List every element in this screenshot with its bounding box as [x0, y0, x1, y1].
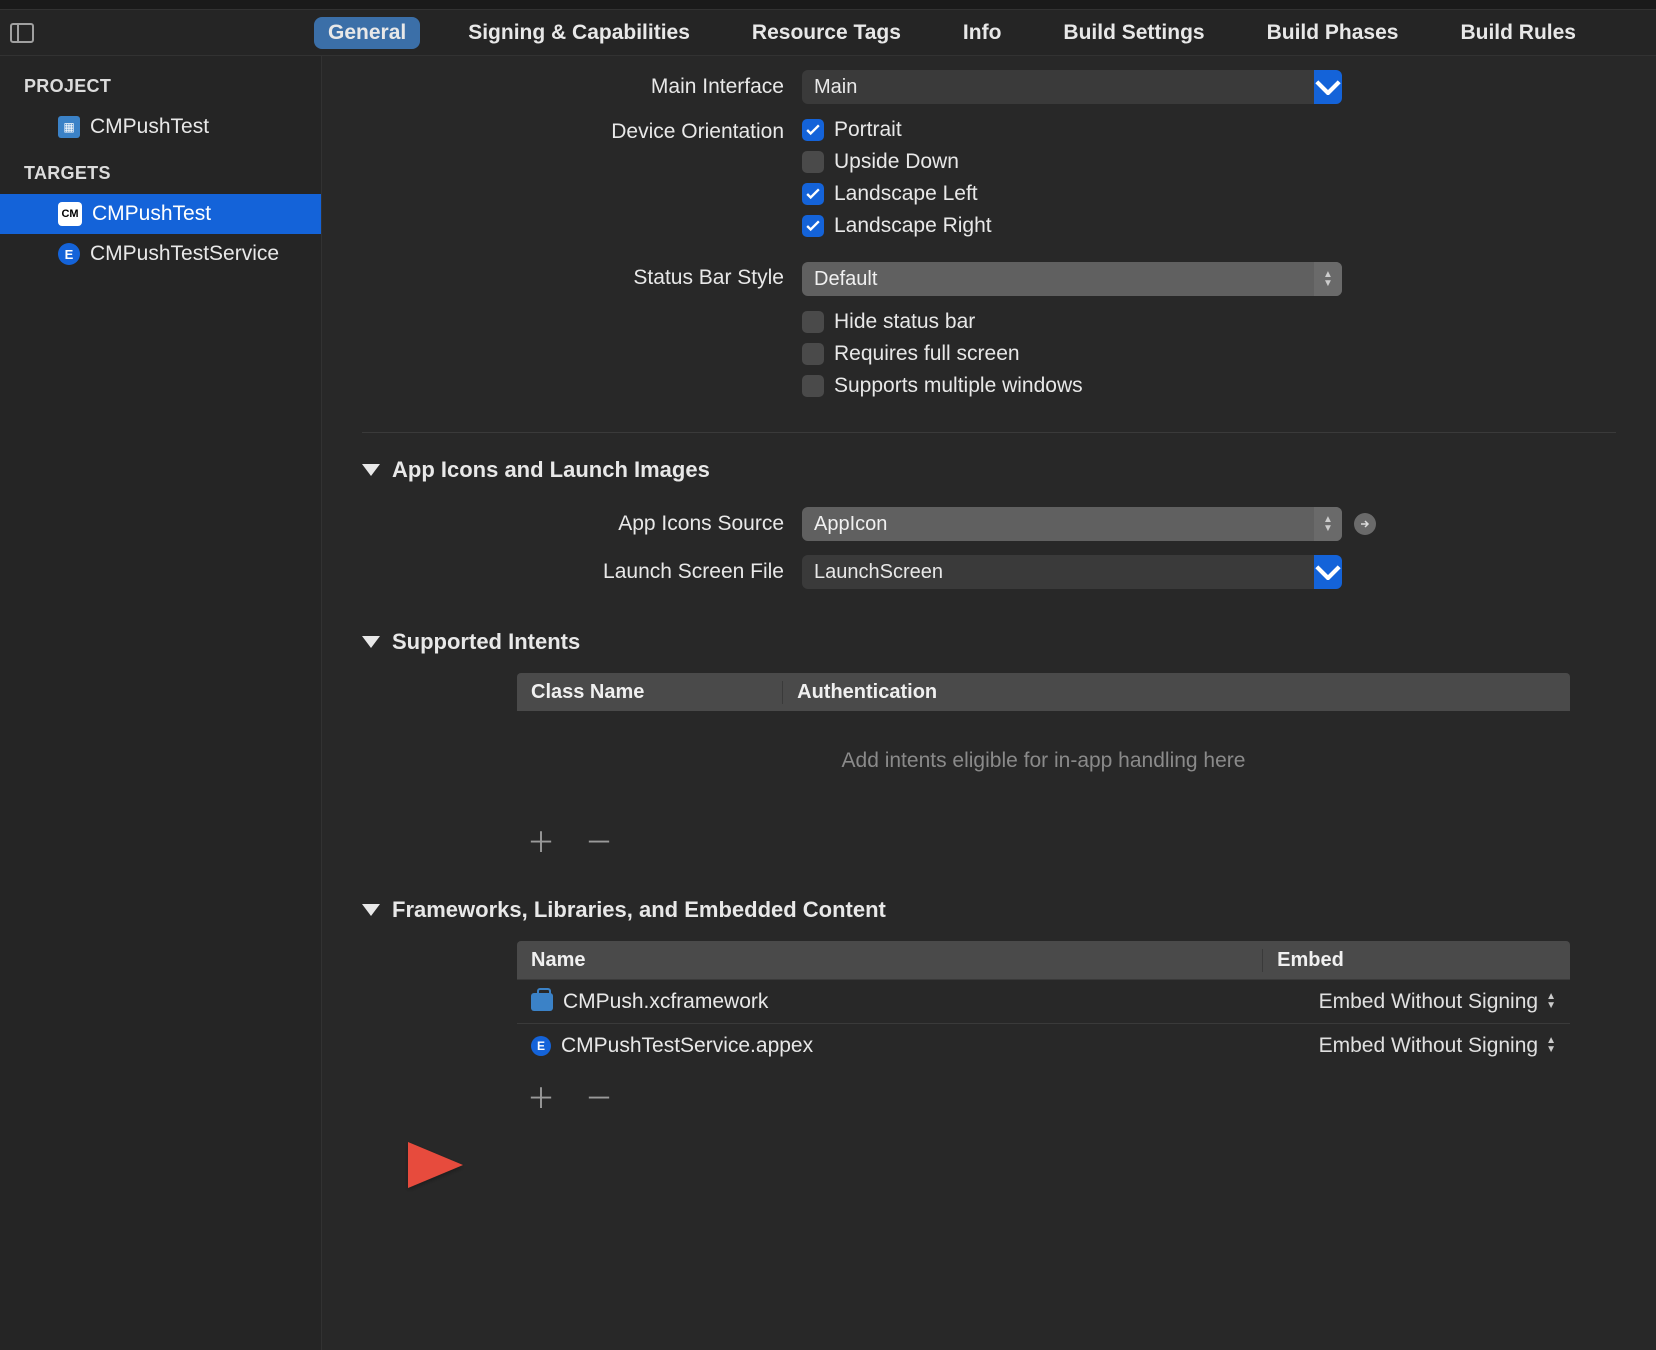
framework-row[interactable]: E CMPushTestService.appex Embed Without … — [517, 1023, 1570, 1067]
frameworks-col-embed: Embed — [1263, 949, 1570, 972]
intents-placeholder: Add intents eligible for in-app handling… — [517, 711, 1570, 811]
sidebar: PROJECT ▦ CMPushTest TARGETS CM CMPushTe… — [0, 56, 322, 1350]
disclosure-triangle-icon — [362, 636, 380, 648]
panel-toggle-icon[interactable] — [10, 23, 34, 43]
section-supported-intents-title: Supported Intents — [392, 629, 580, 655]
stepper-icon[interactable]: ▲▼ — [1546, 1037, 1556, 1054]
chevron-down-icon — [1314, 555, 1342, 589]
sidebar-target-ext-label: CMPushTestService — [90, 242, 279, 266]
main-interface-combo[interactable]: Main — [802, 70, 1342, 104]
disclosure-triangle-icon — [362, 464, 380, 476]
editor-toolbar: General Signing & Capabilities Resource … — [0, 10, 1656, 56]
section-frameworks[interactable]: Frameworks, Libraries, and Embedded Cont… — [362, 897, 1616, 923]
window-border — [0, 0, 1656, 10]
tab-signing[interactable]: Signing & Capabilities — [454, 17, 704, 49]
multi-window-label: Supports multiple windows — [834, 374, 1083, 398]
frameworks-table-header: Name Embed — [517, 941, 1570, 979]
frameworks-col-name: Name — [517, 949, 1263, 972]
tab-build-rules[interactable]: Build Rules — [1446, 17, 1590, 49]
goto-arrow-icon[interactable] — [1354, 513, 1376, 535]
remove-intent-button[interactable]: － — [585, 829, 613, 857]
frameworks-table: Name Embed CMPush.xcframework Embed With… — [517, 941, 1570, 1067]
hide-status-label: Hide status bar — [834, 310, 975, 334]
intents-table: Class Name Authentication Add intents el… — [517, 673, 1570, 811]
tab-resource-tags[interactable]: Resource Tags — [738, 17, 915, 49]
hide-status-checkbox[interactable] — [802, 311, 824, 333]
upside-down-checkbox[interactable] — [802, 151, 824, 173]
extension-icon: E — [58, 243, 80, 265]
intents-col-class: Class Name — [517, 681, 783, 704]
multi-window-checkbox[interactable] — [802, 375, 824, 397]
intents-table-header: Class Name Authentication — [517, 673, 1570, 711]
launch-screen-label: Launch Screen File — [362, 560, 802, 584]
status-bar-label: Status Bar Style — [362, 262, 802, 290]
stepper-icon[interactable]: ▲▼ — [1546, 993, 1556, 1010]
stepper-icon: ▲▼ — [1314, 262, 1342, 296]
sidebar-targets-header: TARGETS — [0, 157, 321, 194]
stepper-icon: ▲▼ — [1314, 507, 1342, 541]
section-app-icons-title: App Icons and Launch Images — [392, 457, 710, 483]
app-icon: CM — [58, 202, 82, 226]
tab-build-phases[interactable]: Build Phases — [1253, 17, 1413, 49]
app-icons-source-value: AppIcon — [802, 513, 1314, 536]
framework-row[interactable]: CMPush.xcframework Embed Without Signing… — [517, 979, 1570, 1023]
orientation-label: Device Orientation — [362, 118, 802, 144]
landscape-left-label: Landscape Left — [834, 182, 978, 206]
upside-down-label: Upside Down — [834, 150, 959, 174]
sidebar-target-app[interactable]: CM CMPushTest — [0, 194, 321, 234]
project-icon: ▦ — [58, 116, 80, 138]
app-icons-source-popup[interactable]: AppIcon ▲▼ — [802, 507, 1342, 541]
full-screen-checkbox[interactable] — [802, 343, 824, 365]
landscape-right-checkbox[interactable] — [802, 215, 824, 237]
portrait-checkbox[interactable] — [802, 119, 824, 141]
framework-name: CMPushTestService.appex — [561, 1034, 813, 1058]
tab-build-settings[interactable]: Build Settings — [1049, 17, 1218, 49]
main-interface-value: Main — [802, 70, 1314, 104]
framework-embed-value: Embed Without Signing — [1319, 1034, 1538, 1058]
tab-info[interactable]: Info — [949, 17, 1015, 49]
divider — [362, 432, 1616, 433]
intents-col-auth: Authentication — [783, 681, 1570, 704]
add-intent-button[interactable]: ＋ — [527, 829, 555, 857]
add-framework-button[interactable]: ＋ — [527, 1085, 555, 1113]
portrait-label: Portrait — [834, 118, 902, 142]
chevron-down-icon — [1314, 70, 1342, 104]
framework-icon — [531, 993, 553, 1011]
status-bar-value: Default — [802, 268, 1314, 291]
section-app-icons[interactable]: App Icons and Launch Images — [362, 457, 1616, 483]
sidebar-target-app-label: CMPushTest — [92, 202, 211, 226]
framework-name: CMPush.xcframework — [563, 990, 768, 1014]
sidebar-project-label: CMPushTest — [90, 115, 209, 139]
landscape-right-label: Landscape Right — [834, 214, 992, 238]
section-supported-intents[interactable]: Supported Intents — [362, 629, 1616, 655]
tab-general[interactable]: General — [314, 17, 420, 49]
main-interface-label: Main Interface — [362, 75, 802, 99]
sidebar-project-item[interactable]: ▦ CMPushTest — [0, 107, 321, 147]
landscape-left-checkbox[interactable] — [802, 183, 824, 205]
section-frameworks-title: Frameworks, Libraries, and Embedded Cont… — [392, 897, 886, 923]
tab-bar: General Signing & Capabilities Resource … — [314, 17, 1590, 49]
sidebar-target-extension[interactable]: E CMPushTestService — [0, 234, 321, 274]
extension-icon: E — [531, 1036, 551, 1056]
framework-embed-value: Embed Without Signing — [1319, 990, 1538, 1014]
full-screen-label: Requires full screen — [834, 342, 1020, 366]
remove-framework-button[interactable]: － — [585, 1085, 613, 1113]
launch-screen-combo[interactable]: LaunchScreen — [802, 555, 1342, 589]
launch-screen-value: LaunchScreen — [802, 555, 1314, 589]
disclosure-triangle-icon — [362, 904, 380, 916]
status-bar-popup[interactable]: Default ▲▼ — [802, 262, 1342, 296]
app-icons-source-label: App Icons Source — [362, 512, 802, 536]
sidebar-project-header: PROJECT — [0, 70, 321, 107]
content-pane: Main Interface Main Device Orientation P… — [322, 56, 1656, 1350]
